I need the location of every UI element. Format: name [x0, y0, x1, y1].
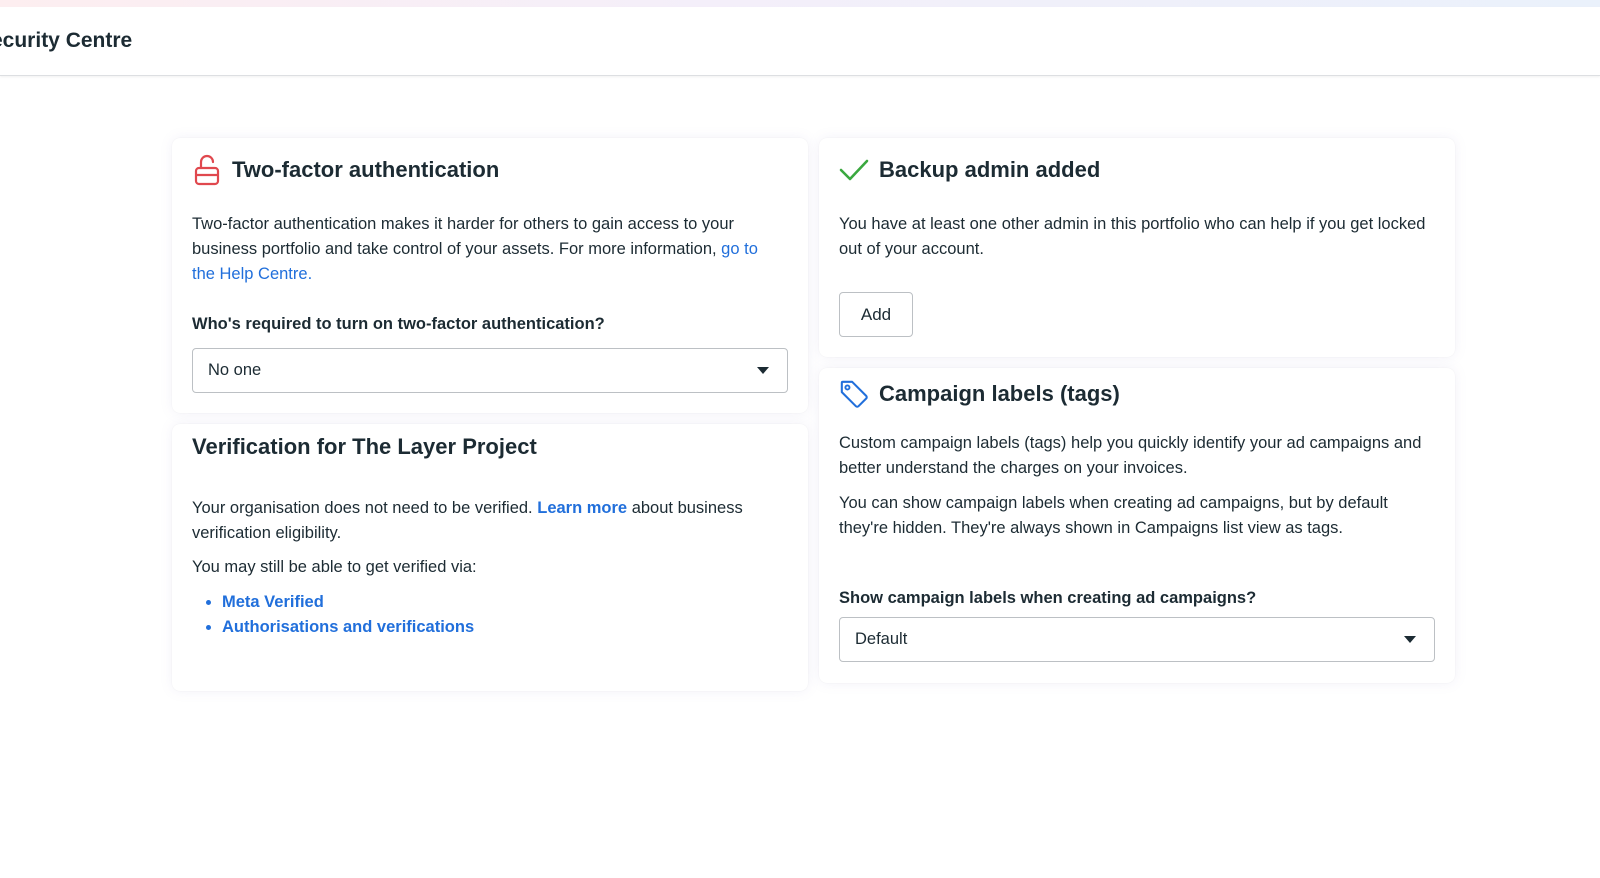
caret-down-icon	[1404, 636, 1416, 643]
two-factor-title: Two-factor authentication	[232, 157, 500, 182]
add-admin-button[interactable]: Add	[839, 292, 913, 337]
verification-text-part1: Your organisation does not need to be ve…	[192, 499, 538, 517]
meta-verified-link[interactable]: Meta Verified	[222, 593, 324, 611]
two-factor-question: Who's required to turn on two-factor aut…	[192, 315, 605, 333]
verification-title: Verification for The Layer Project	[192, 434, 537, 459]
backup-admin-header: Backup admin added	[839, 154, 1100, 186]
page-title: ecurity Centre	[0, 29, 133, 52]
learn-more-link[interactable]: Learn more	[537, 499, 627, 517]
caret-down-icon	[757, 367, 769, 374]
campaign-labels-select-value: Default	[855, 630, 908, 648]
tag-icon	[839, 378, 869, 410]
campaign-labels-question: Show campaign labels when creating ad ca…	[839, 589, 1257, 607]
campaign-labels-title: Campaign labels (tags)	[879, 381, 1120, 406]
unlocked-padlock-icon	[192, 154, 222, 186]
campaign-labels-select[interactable]: Default	[839, 617, 1435, 662]
two-factor-description: Two-factor authentication makes it harde…	[192, 212, 784, 287]
two-factor-header: Two-factor authentication	[192, 154, 499, 186]
backup-admin-description: You have at least one other admin in thi…	[839, 215, 1426, 258]
two-factor-required-select[interactable]: No one	[192, 348, 788, 393]
verification-still-text: You may still be able to get verified vi…	[192, 558, 477, 576]
checkmark-icon	[839, 154, 869, 186]
backup-admin-title: Backup admin added	[879, 157, 1101, 182]
two-factor-card: Two-factor authentication Two-factor aut…	[172, 138, 808, 413]
two-factor-select-value: No one	[208, 361, 262, 379]
verification-description: Your organisation does not need to be ve…	[192, 496, 784, 546]
backup-admin-card: Backup admin added You have at least one…	[819, 138, 1455, 357]
verification-options-list: Meta Verified Authorisations and verific…	[192, 590, 474, 640]
two-factor-description-text: Two-factor authentication makes it harde…	[192, 215, 735, 258]
campaign-labels-header: Campaign labels (tags)	[839, 378, 1120, 410]
campaign-labels-paragraph-1: Custom campaign labels (tags) help you q…	[839, 434, 1422, 477]
top-accent-bar	[0, 0, 1600, 7]
list-item: Authorisations and verifications	[222, 615, 474, 640]
authorisations-link[interactable]: Authorisations and verifications	[222, 618, 474, 636]
verification-card: Verification for The Layer Project Your …	[172, 424, 808, 691]
campaign-labels-paragraph-2: You can show campaign labels when creati…	[839, 494, 1388, 537]
campaign-labels-card: Campaign labels (tags) Custom campaign l…	[819, 368, 1455, 683]
list-item: Meta Verified	[222, 590, 474, 615]
page-header: ecurity Centre	[0, 7, 1600, 76]
verification-header: Verification for The Layer Project	[192, 434, 537, 460]
